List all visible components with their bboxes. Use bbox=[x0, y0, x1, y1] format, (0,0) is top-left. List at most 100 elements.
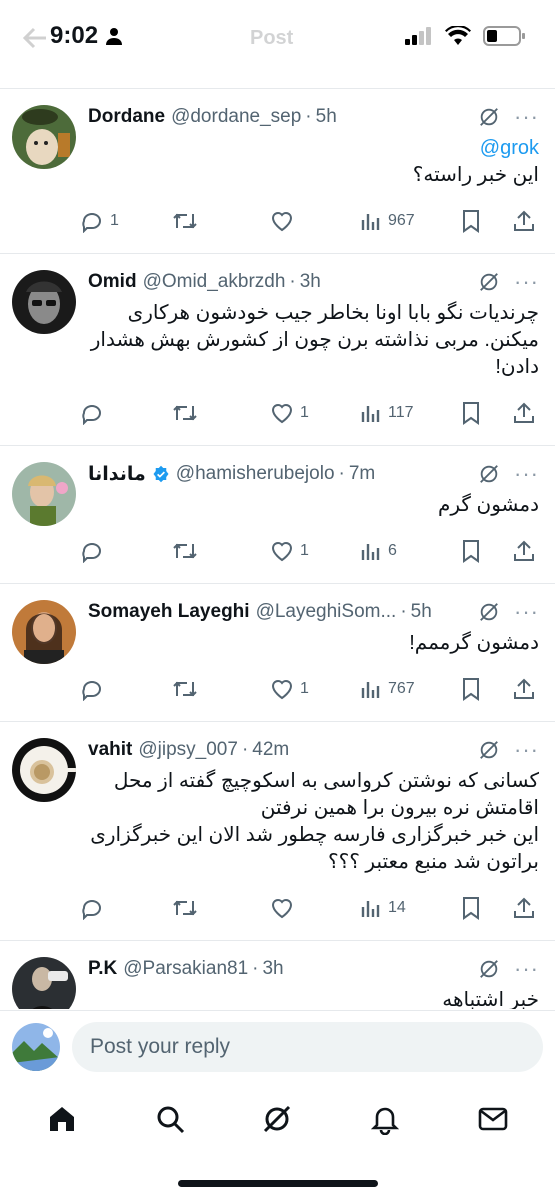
reply-tweet[interactable]: Dordane @dordane_sep · 5h ··· @grok این … bbox=[0, 89, 555, 254]
grok-icon[interactable] bbox=[478, 463, 500, 485]
reply-button[interactable]: 1 bbox=[80, 209, 172, 233]
timestamp[interactable]: 3h bbox=[262, 958, 283, 980]
avatar[interactable] bbox=[12, 105, 76, 169]
avatar[interactable] bbox=[12, 1022, 60, 1071]
retweet-icon bbox=[173, 213, 197, 229]
share-button[interactable] bbox=[500, 896, 536, 920]
reply-button[interactable] bbox=[80, 539, 172, 563]
views-button[interactable]: 6 bbox=[360, 540, 460, 562]
grok-icon[interactable] bbox=[478, 106, 500, 128]
reply-tweet[interactable]: P.K @Parsakian81 · 3h ··· خبر اشتباهه سف… bbox=[0, 941, 555, 1009]
reply-icon bbox=[82, 681, 101, 701]
author-handle[interactable]: @Parsakian81 bbox=[123, 958, 248, 980]
nav-grok[interactable] bbox=[247, 1089, 307, 1149]
views-button[interactable]: 117 bbox=[360, 402, 460, 424]
grok-icon[interactable] bbox=[478, 739, 500, 761]
notifications-icon bbox=[371, 1107, 400, 1135]
grok-icon[interactable] bbox=[478, 601, 500, 623]
reply-button[interactable] bbox=[80, 677, 172, 701]
share-icon bbox=[514, 897, 534, 918]
author-handle[interactable]: @hamisherubejolo bbox=[176, 463, 335, 485]
reply-button[interactable] bbox=[80, 896, 172, 920]
retweet-button[interactable] bbox=[172, 539, 270, 563]
nav-search[interactable] bbox=[140, 1089, 200, 1149]
views-button[interactable]: 967 bbox=[360, 210, 460, 232]
bookmark-button[interactable] bbox=[460, 896, 500, 920]
views-icon bbox=[361, 901, 380, 917]
more-icon[interactable]: ··· bbox=[514, 463, 539, 485]
nav-notifications[interactable] bbox=[355, 1089, 415, 1149]
timestamp[interactable]: 3h bbox=[300, 271, 321, 293]
views-button[interactable]: 767 bbox=[360, 678, 460, 700]
reply-count: 1 bbox=[110, 212, 119, 229]
bookmark-button[interactable] bbox=[460, 209, 500, 233]
author-name[interactable]: P.K bbox=[88, 958, 117, 980]
retweet-icon bbox=[173, 543, 197, 559]
bookmark-button[interactable] bbox=[460, 677, 500, 701]
author-name[interactable]: Omid bbox=[88, 271, 137, 293]
bottom-nav bbox=[0, 1084, 555, 1154]
author-name[interactable]: ماندانا bbox=[88, 463, 146, 486]
reply-tweet[interactable]: ماندانا @hamisherubejolo · 7m ··· دمشون … bbox=[0, 446, 555, 584]
avatar[interactable] bbox=[12, 600, 76, 664]
reply-button[interactable] bbox=[80, 401, 172, 425]
grok-icon bbox=[264, 1105, 291, 1133]
reply-composer: Post your reply bbox=[0, 1010, 555, 1082]
nav-messages[interactable] bbox=[463, 1089, 523, 1149]
timestamp[interactable]: 7m bbox=[349, 463, 375, 485]
author-handle[interactable]: @dordane_sep bbox=[171, 106, 301, 128]
tweet-text: دمشون گرم bbox=[438, 494, 539, 516]
reply-tweet[interactable]: Somayeh Layeghi @LayeghiSom... · 5h ··· … bbox=[0, 584, 555, 722]
bookmark-button[interactable] bbox=[460, 539, 500, 563]
more-icon[interactable]: ··· bbox=[514, 739, 539, 761]
avatar[interactable] bbox=[12, 738, 76, 802]
timestamp[interactable]: 5h bbox=[411, 601, 432, 623]
share-button[interactable] bbox=[500, 539, 536, 563]
more-icon[interactable]: ··· bbox=[514, 271, 539, 293]
more-icon[interactable]: ··· bbox=[514, 958, 539, 980]
author-name[interactable]: Somayeh Layeghi bbox=[88, 601, 250, 623]
reply-icon bbox=[82, 405, 101, 425]
bookmark-button[interactable] bbox=[460, 401, 500, 425]
bookmark-icon bbox=[463, 540, 479, 563]
grok-icon[interactable] bbox=[478, 271, 500, 293]
more-icon[interactable]: ··· bbox=[514, 601, 539, 623]
share-button[interactable] bbox=[500, 401, 536, 425]
more-icon[interactable]: ··· bbox=[514, 106, 539, 128]
views-icon bbox=[361, 406, 380, 422]
like-button[interactable]: 1 bbox=[270, 677, 360, 701]
retweet-button[interactable] bbox=[172, 401, 270, 425]
home-indicator[interactable] bbox=[178, 1180, 378, 1187]
like-button[interactable] bbox=[270, 896, 360, 920]
retweet-button[interactable] bbox=[172, 209, 270, 233]
avatar[interactable] bbox=[12, 270, 76, 334]
author-name[interactable]: vahit bbox=[88, 739, 132, 761]
share-button[interactable] bbox=[500, 209, 536, 233]
views-button[interactable]: 14 bbox=[360, 897, 460, 919]
status-bar: 9:02 bbox=[0, 0, 555, 72]
like-button[interactable] bbox=[270, 209, 360, 233]
retweet-button[interactable] bbox=[172, 677, 270, 701]
share-button[interactable] bbox=[500, 677, 536, 701]
timestamp[interactable]: 42m bbox=[252, 739, 289, 761]
reply-input[interactable]: Post your reply bbox=[72, 1021, 543, 1072]
share-icon bbox=[514, 210, 534, 231]
heart-icon bbox=[271, 212, 293, 232]
signal-icon bbox=[405, 27, 431, 45]
timestamp[interactable]: 5h bbox=[316, 106, 337, 128]
like-button[interactable]: 1 bbox=[270, 539, 360, 563]
mention-link[interactable]: @grok bbox=[88, 135, 539, 162]
retweet-button[interactable] bbox=[172, 896, 270, 920]
grok-icon[interactable] bbox=[478, 958, 500, 980]
like-button[interactable]: 1 bbox=[270, 401, 360, 425]
views-icon bbox=[361, 682, 380, 698]
avatar[interactable] bbox=[12, 957, 76, 1009]
avatar[interactable] bbox=[12, 462, 76, 526]
nav-home[interactable] bbox=[32, 1089, 92, 1149]
author-handle[interactable]: @jipsy_007 bbox=[138, 739, 238, 761]
reply-tweet[interactable]: vahit @jipsy_007 · 42m ··· کسانی که نوشت… bbox=[0, 722, 555, 941]
author-handle[interactable]: @Omid_akbrzdh bbox=[143, 271, 286, 293]
reply-tweet[interactable]: Omid @Omid_akbrzdh · 3h ··· چرندیات نگو … bbox=[0, 254, 555, 446]
author-name[interactable]: Dordane bbox=[88, 106, 165, 128]
author-handle[interactable]: @LayeghiSom... bbox=[256, 601, 397, 623]
